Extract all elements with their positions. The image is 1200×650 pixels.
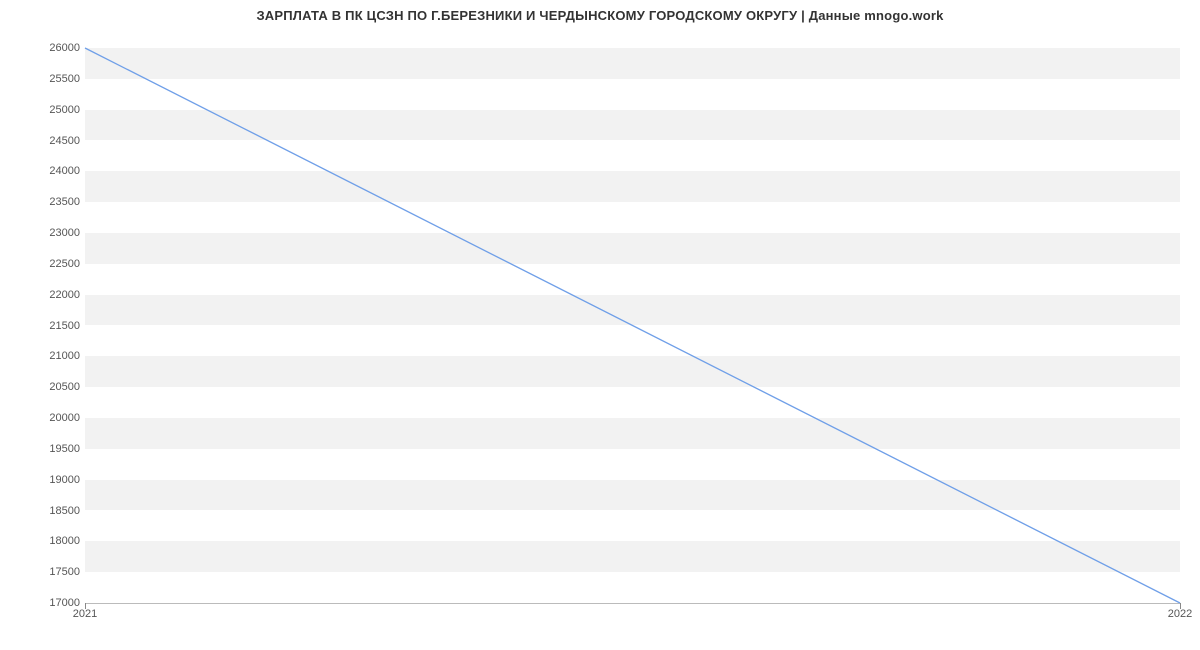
chart-area: 17000 17500 18000 18500 19000 19500 20000 20500… [0,30,1200,640]
y-tick-label: 18000 [10,535,80,547]
y-tick-label: 20000 [10,412,80,424]
y-tick-label: 19000 [10,474,80,486]
y-tick-label: 24500 [10,135,80,147]
y-tick-label: 22000 [10,289,80,301]
y-tick-label: 20500 [10,381,80,393]
y-tick-label: 25000 [10,104,80,116]
y-tick-label: 21000 [10,350,80,362]
y-tick-label: 23500 [10,196,80,208]
y-tick-label: 17500 [10,566,80,578]
y-tick-label: 23000 [10,227,80,239]
y-tick-label: 25500 [10,73,80,85]
y-tick-label: 18500 [10,505,80,517]
chart-title: ЗАРПЛАТА В ПК ЦСЗН ПО Г.БЕРЕЗНИКИ И ЧЕРД… [0,0,1200,23]
y-tick-label: 24000 [10,165,80,177]
x-tick-label: 2021 [73,608,97,620]
y-tick-label: 17000 [10,597,80,609]
series-line [85,48,1180,603]
y-tick-label: 19500 [10,443,80,455]
y-tick-label: 22500 [10,258,80,270]
plot-area [85,48,1180,604]
y-tick-label: 26000 [10,42,80,54]
y-tick-label: 21500 [10,320,80,332]
line-layer [85,48,1180,603]
x-tick-label: 2022 [1168,608,1192,620]
